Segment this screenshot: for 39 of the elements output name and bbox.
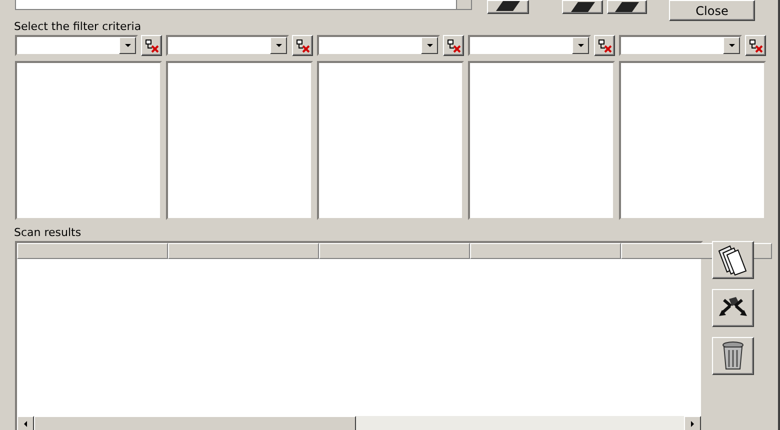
caret-icon bbox=[578, 44, 584, 47]
filter-dropdown[interactable] bbox=[166, 35, 289, 56]
filter-list[interactable] bbox=[166, 61, 313, 220]
caret-icon bbox=[728, 44, 734, 47]
clear-filter-button[interactable] bbox=[594, 35, 615, 56]
trash-icon bbox=[721, 341, 745, 371]
results-label: Scan results bbox=[14, 226, 82, 239]
filter-list[interactable] bbox=[619, 61, 766, 220]
delete-button[interactable] bbox=[712, 337, 754, 375]
filter-list[interactable] bbox=[468, 61, 615, 220]
shape-icon bbox=[612, 0, 642, 14]
clear-filter-button[interactable] bbox=[292, 35, 313, 56]
clear-filter-icon bbox=[296, 38, 310, 52]
caret-icon bbox=[276, 44, 282, 47]
close-button[interactable]: Close bbox=[669, 0, 755, 21]
clear-filter-icon bbox=[598, 38, 612, 52]
horizontal-scrollbar[interactable] bbox=[17, 416, 701, 430]
arrows-button[interactable] bbox=[712, 289, 754, 327]
filter-dropdown[interactable] bbox=[619, 35, 742, 56]
caret-icon bbox=[426, 44, 432, 47]
filter-dropdown[interactable] bbox=[15, 35, 138, 56]
clear-filter-icon bbox=[446, 38, 460, 52]
caret-icon bbox=[124, 44, 130, 47]
clear-filter-button[interactable] bbox=[141, 35, 162, 56]
document-icon bbox=[493, 1, 523, 13]
dark-tool-button[interactable] bbox=[562, 0, 603, 14]
filter-dropdown[interactable] bbox=[317, 35, 440, 56]
clear-filter-icon bbox=[748, 38, 762, 52]
filter-list[interactable] bbox=[317, 61, 464, 220]
clear-filter-button[interactable] bbox=[443, 35, 464, 56]
filter-dropdown[interactable] bbox=[468, 35, 591, 56]
clear-filter-button[interactable] bbox=[745, 35, 766, 56]
path-field[interactable] bbox=[15, 0, 472, 10]
filter-list[interactable] bbox=[15, 61, 162, 220]
copy-tool-button[interactable] bbox=[607, 0, 647, 14]
caret-icon bbox=[24, 420, 27, 426]
clear-filter-icon bbox=[144, 38, 158, 52]
caret-icon bbox=[691, 420, 694, 426]
filter-label: Select the filter criteria bbox=[14, 20, 142, 33]
